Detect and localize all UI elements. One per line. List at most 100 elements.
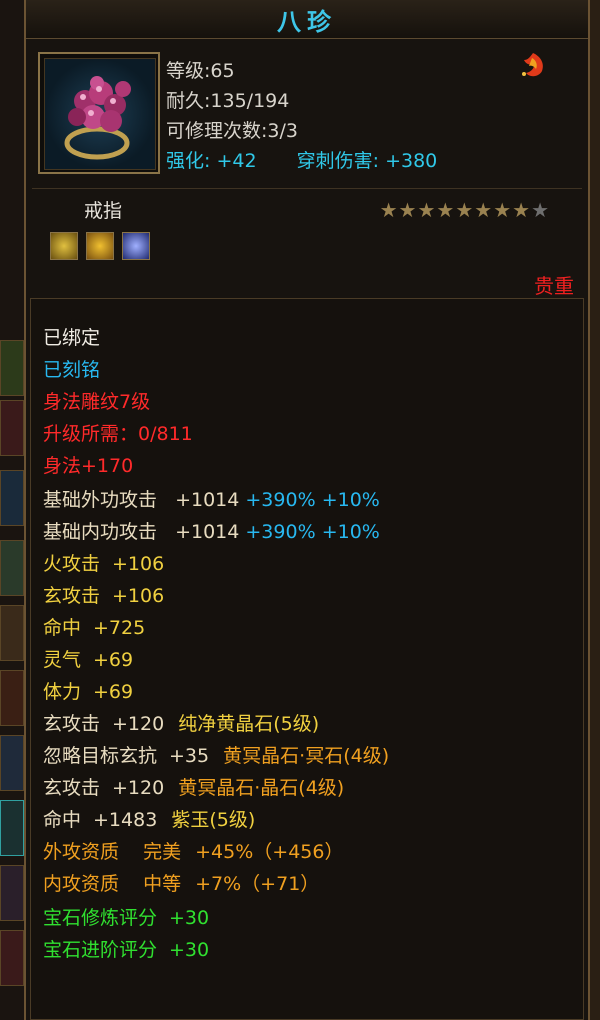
gem-attribute: 玄攻击 +120 黄冥晶石·晶石(4级) xyxy=(43,773,344,803)
attr-label: 命中 xyxy=(43,809,82,831)
inventory-slot[interactable] xyxy=(0,800,24,856)
engraved-status: 已刻铭 xyxy=(43,359,101,381)
item-tooltip: 八珍 等级:65 耐久:135/194 可修理次数:3/3 强化: +42 穿刺… xyxy=(24,0,590,1020)
attr-label: 内攻资质 xyxy=(43,873,120,895)
star-icon: ★ xyxy=(417,198,437,222)
attr-value: +1014 xyxy=(175,489,240,511)
attribute-panel: 已绑定 已刻铭 身法雕纹7级 升级所需：0/811 身法+170 基础外功攻击 … xyxy=(30,298,584,1020)
tooltip-title-bar: 八珍 xyxy=(26,0,588,39)
bound-status: 已绑定 xyxy=(43,327,101,349)
attr-value: +7%（+71） xyxy=(195,873,320,895)
star-icon: ★ xyxy=(512,198,532,222)
blue-gem-icon[interactable] xyxy=(122,232,150,260)
inventory-slot[interactable] xyxy=(0,605,24,661)
agility-bonus: 身法+170 xyxy=(43,455,134,477)
gold-gem-icon[interactable] xyxy=(86,232,114,260)
inventory-slot[interactable] xyxy=(0,470,24,526)
inventory-slot[interactable] xyxy=(0,540,24,596)
inventory-slot[interactable] xyxy=(0,400,24,456)
upgrade-requirement: 升级所需：0/811 xyxy=(43,423,193,445)
yellow-gem-icon[interactable] xyxy=(50,232,78,260)
ring-icon xyxy=(44,58,156,170)
inventory-slot[interactable] xyxy=(0,865,24,921)
gem-advance-score: 宝石进阶评分 +30 xyxy=(43,935,209,965)
star-icon: ★ xyxy=(474,198,494,222)
spirit: 灵气 +69 xyxy=(43,645,133,675)
phoenix-badge-icon xyxy=(518,50,548,80)
rarity-label: 贵重 xyxy=(534,274,574,298)
star-icon: ★ xyxy=(493,198,513,222)
attr-value: +1483 xyxy=(93,809,158,831)
attr-value: +106 xyxy=(112,585,165,607)
gem-attribute: 命中 +1483 紫玉(5级) xyxy=(43,805,255,835)
attr-value: +69 xyxy=(93,649,134,671)
attr-label: 玄攻击 xyxy=(43,585,101,607)
star-icon: ★ xyxy=(379,198,399,222)
attr-percent: +390% xyxy=(245,521,316,543)
attr-label: 玄攻击 xyxy=(43,713,101,735)
attr-bonus: +10% xyxy=(321,489,380,511)
divider xyxy=(32,188,582,189)
attr-bonus: +10% xyxy=(321,521,380,543)
quality-grade: 完美 xyxy=(143,841,182,863)
attr-label: 忽略目标玄抗 xyxy=(43,745,158,767)
attr-value: +35 xyxy=(169,745,210,767)
base-internal-attack: 基础内功攻击 +1014 +390% +10% xyxy=(43,517,380,547)
quality-grade: 中等 xyxy=(143,873,182,895)
attr-label: 灵气 xyxy=(43,649,82,671)
attr-label: 火攻击 xyxy=(43,553,101,575)
attr-value: +1014 xyxy=(175,521,240,543)
attr-label: 外攻资质 xyxy=(43,841,120,863)
item-type: 戒指 xyxy=(84,200,123,222)
attr-value: +30 xyxy=(169,907,210,929)
attr-label: 命中 xyxy=(43,617,82,639)
hit: 命中 +725 xyxy=(43,613,145,643)
gem-name: 紫玉(5级) xyxy=(171,809,256,831)
item-repair-count: 可修理次数:3/3 xyxy=(166,120,298,142)
inventory-slot[interactable] xyxy=(0,930,24,986)
attr-label: 基础外功攻击 xyxy=(43,489,158,511)
star-icon: ★ xyxy=(398,198,418,222)
star-icon: ★ xyxy=(531,198,550,222)
fire-attack: 火攻击 +106 xyxy=(43,549,164,579)
xuan-attack: 玄攻击 +106 xyxy=(43,581,164,611)
attr-percent: +390% xyxy=(245,489,316,511)
gem-name: 黄冥晶石·冥石(4级) xyxy=(223,745,390,767)
pierce-label: 穿刺伤害: xyxy=(296,150,380,172)
item-level: 等级:65 xyxy=(166,60,235,82)
attr-value: +120 xyxy=(112,777,165,799)
attr-label: 基础内功攻击 xyxy=(43,521,158,543)
enhance-label: 强化: xyxy=(166,150,211,172)
gem-refine-score: 宝石修炼评分 +30 xyxy=(43,903,209,933)
gem-attribute: 忽略目标玄抗 +35 黄冥晶石·冥石(4级) xyxy=(43,741,389,771)
external-quality: 外攻资质 完美 +45%（+456） xyxy=(43,837,343,867)
internal-quality: 内攻资质 中等 +7%（+71） xyxy=(43,869,319,899)
attr-label: 体力 xyxy=(43,681,82,703)
item-durability: 耐久:135/194 xyxy=(166,90,290,112)
attr-value: +725 xyxy=(93,617,146,639)
inventory-strip xyxy=(0,0,26,1020)
inventory-slot[interactable] xyxy=(0,670,24,726)
gem-name: 纯净黄晶石(5级) xyxy=(178,713,320,735)
attr-value: +106 xyxy=(112,553,165,575)
stamina: 体力 +69 xyxy=(43,677,133,707)
star-icon: ★ xyxy=(436,198,456,222)
inventory-slot[interactable] xyxy=(0,340,24,396)
attr-value: +69 xyxy=(93,681,134,703)
attr-label: 玄攻击 xyxy=(43,777,101,799)
gem-attribute: 玄攻击 +120 纯净黄晶石(5级) xyxy=(43,709,319,739)
item-enhance: 强化: +42 穿刺伤害: +380 xyxy=(166,146,437,173)
star-rating: ★★★★★★★★★ xyxy=(380,198,550,222)
carving-level: 身法雕纹7级 xyxy=(43,391,151,413)
star-icon: ★ xyxy=(455,198,475,222)
item-icon-frame xyxy=(38,52,160,174)
attr-value: +120 xyxy=(112,713,165,735)
inventory-slot[interactable] xyxy=(0,735,24,791)
pierce-value: +380 xyxy=(385,150,438,172)
gem-name: 黄冥晶石·晶石(4级) xyxy=(178,777,345,799)
attr-value: +45%（+456） xyxy=(195,841,344,863)
attr-value: +30 xyxy=(169,939,210,961)
base-external-attack: 基础外功攻击 +1014 +390% +10% xyxy=(43,485,380,515)
attr-label: 宝石修炼评分 xyxy=(43,907,158,929)
enhance-value: +42 xyxy=(216,150,257,172)
